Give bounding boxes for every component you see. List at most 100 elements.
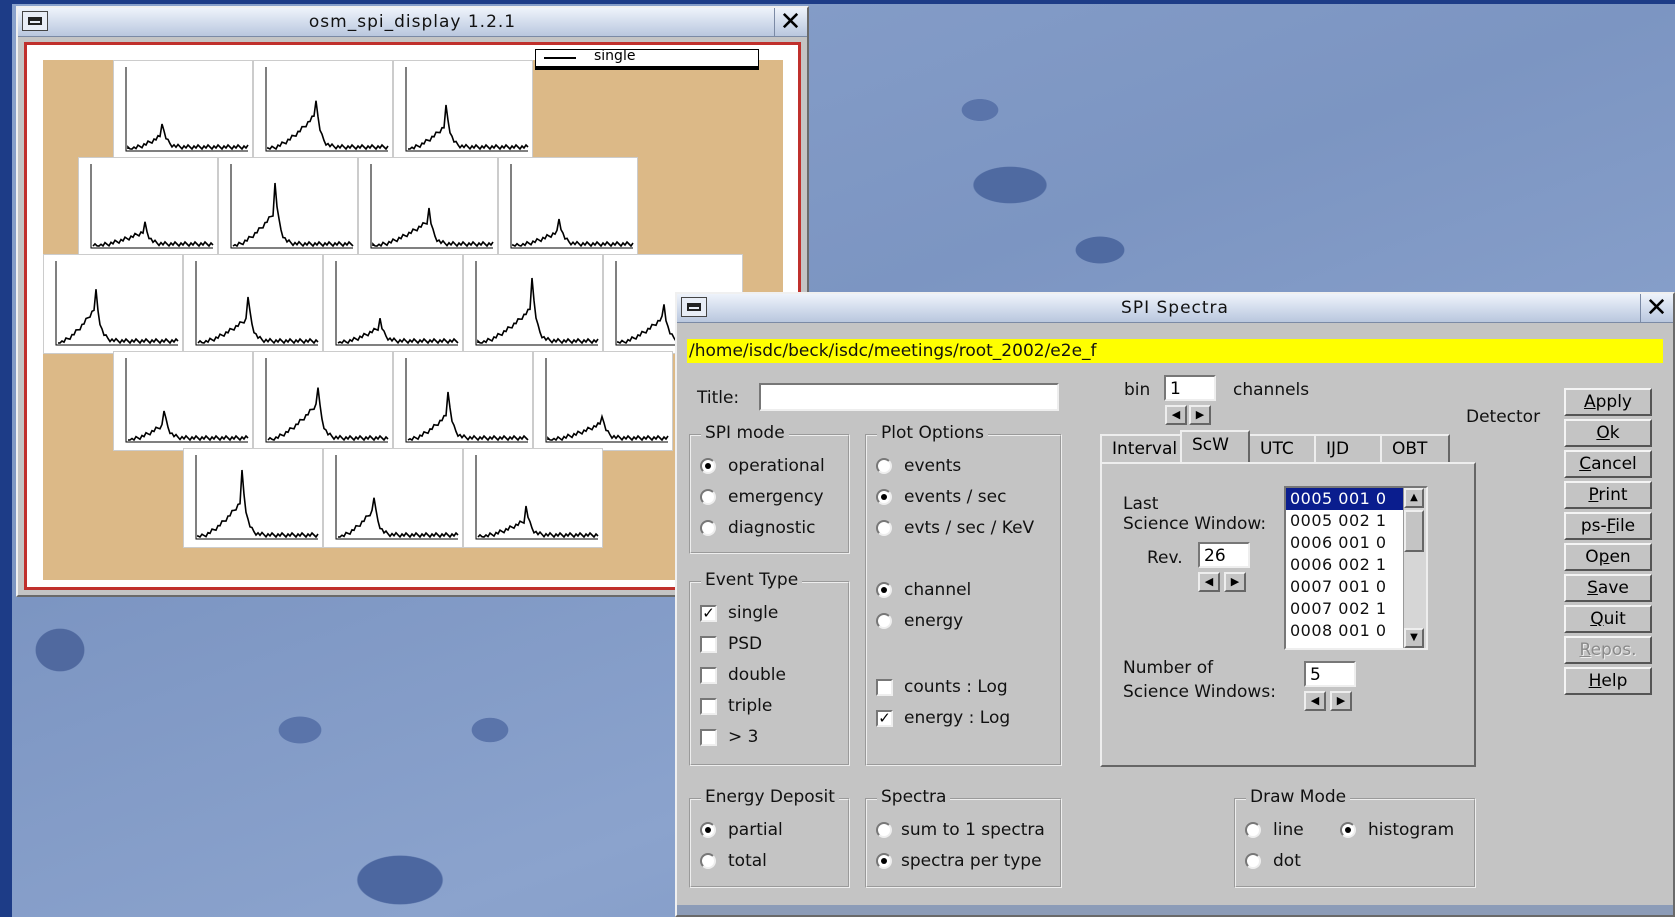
last-label: Last (1123, 494, 1159, 514)
save-button[interactable]: Save (1564, 574, 1652, 602)
file-path-bar[interactable]: /home/isdc/beck/isdc/meetings/root_2002/… (687, 339, 1663, 363)
radio-total[interactable] (700, 853, 716, 869)
spi-title-bar[interactable]: SPI Spectra ✕ (677, 294, 1673, 323)
checkbox-triple[interactable] (700, 698, 717, 715)
quit-button[interactable]: Quit (1564, 605, 1652, 633)
print-button[interactable]: Print (1564, 481, 1652, 509)
open-button[interactable]: Open (1564, 543, 1652, 571)
number-increment-button[interactable]: ▶ (1330, 691, 1352, 711)
spi-mode-group: SPI mode operational emergency diagnostic (689, 423, 850, 554)
scroll-down-icon[interactable]: ▼ (1404, 628, 1424, 648)
window-menu-icon[interactable] (22, 11, 48, 31)
option-label: partial (728, 820, 783, 840)
plot-options-title: Plot Options (877, 423, 989, 443)
energy-deposit-group: Energy Deposit partial total (689, 787, 850, 888)
mini-spectrum-plot (253, 60, 393, 160)
bin-input[interactable]: 1 (1164, 375, 1216, 401)
radio-energy[interactable] (876, 613, 892, 629)
option-label: double (728, 665, 786, 685)
radio-channel[interactable] (876, 582, 892, 598)
event-type-group: Event Type ✓ single PSD double triple > 3 (689, 570, 850, 766)
checkbox--3[interactable] (700, 729, 717, 746)
tab-scw[interactable]: ScW (1180, 430, 1250, 462)
option-label: events (904, 456, 962, 476)
ok-button[interactable]: Ok (1564, 419, 1652, 447)
mini-spectrum-plot (533, 351, 673, 451)
bin-decrement-button[interactable]: ◀ (1165, 405, 1187, 425)
mini-spectrum-plot (323, 448, 463, 548)
apply-button[interactable]: Apply (1564, 388, 1652, 416)
tab-ijd[interactable]: IJD (1314, 434, 1382, 462)
radio-operational[interactable] (700, 458, 716, 474)
scroll-thumb[interactable] (1404, 510, 1424, 552)
list-scrollbar[interactable]: ▲ ▼ (1403, 488, 1426, 648)
desktop-edge-top (0, 0, 1675, 4)
science-window-list[interactable]: 0005 001 0 0005 002 1 0006 001 0 0006 002 1… (1284, 486, 1428, 650)
number-decrement-button[interactable]: ◀ (1304, 691, 1326, 711)
tab-utc[interactable]: UTC (1248, 434, 1316, 462)
mini-spectrum-plot (218, 157, 358, 257)
number-of-label: Number of (1123, 658, 1214, 678)
rev-label: Rev. (1147, 548, 1183, 568)
radio-events[interactable] (876, 458, 892, 474)
checkbox-double[interactable] (700, 667, 717, 684)
option-label: single (728, 603, 779, 623)
science-windows-label: Science Windows: (1123, 682, 1276, 702)
tab-obt[interactable]: OBT (1380, 434, 1450, 462)
checkbox-psd[interactable] (700, 636, 717, 653)
tab-interval[interactable]: Interval (1100, 434, 1182, 462)
option-label: evts / sec / KeV (904, 518, 1035, 538)
scroll-up-icon[interactable]: ▲ (1404, 488, 1424, 508)
mini-spectrum-plot (463, 448, 603, 548)
rev-decrement-button[interactable]: ◀ (1198, 572, 1220, 592)
option-label: channel (904, 580, 972, 600)
close-icon[interactable]: ✕ (1643, 295, 1671, 321)
bin-increment-button[interactable]: ▶ (1189, 405, 1211, 425)
desktop-edge (0, 0, 12, 917)
spi-spectra-window[interactable]: SPI Spectra ✕ /home/isdc/beck/isdc/meeti… (675, 292, 1675, 917)
radio-dot[interactable] (1245, 853, 1261, 869)
option-label: spectra per type (901, 851, 1042, 871)
window-menu-icon[interactable] (681, 297, 707, 317)
checkbox-single[interactable]: ✓ (700, 605, 717, 622)
science-window-label: Science Window: (1123, 514, 1267, 534)
draw-mode-title: Draw Mode (1246, 787, 1351, 807)
ps-file-button[interactable]: ps-File (1564, 512, 1652, 540)
rev-increment-button[interactable]: ▶ (1224, 572, 1246, 592)
mini-spectrum-plot (78, 157, 218, 257)
radio-sum-to-1-spectra[interactable] (876, 822, 892, 838)
radio-emergency[interactable] (700, 489, 716, 505)
radio-spectra-per-type[interactable] (876, 853, 892, 869)
radio-diagnostic[interactable] (700, 520, 716, 536)
radio-histogram[interactable] (1340, 822, 1356, 838)
radio-evts-sec-kev[interactable] (876, 520, 892, 536)
osm-title-bar[interactable]: osm_spi_display 1.2.1 ✕ (18, 8, 807, 37)
repos--button: Repos. (1564, 636, 1652, 664)
option-label: energy : Log (904, 708, 1011, 728)
help-button[interactable]: Help (1564, 667, 1652, 695)
radio-events-sec[interactable] (876, 489, 892, 505)
checkbox-energy-log[interactable]: ✓ (876, 710, 893, 727)
energy-deposit-title: Energy Deposit (701, 787, 839, 807)
radio-partial[interactable] (700, 822, 716, 838)
time-selection-tabs: Interval ScW UTC IJD OBT Last Science Window… (1100, 430, 1476, 767)
spi-mode-title: SPI mode (701, 423, 789, 443)
channels-label: channels (1233, 380, 1310, 400)
cancel-button[interactable]: Cancel (1564, 450, 1652, 478)
number-of-windows-input[interactable]: 5 (1304, 661, 1356, 687)
option-label: histogram (1368, 820, 1455, 840)
option-label: sum to 1 spectra (901, 820, 1045, 840)
mini-spectrum-plot (113, 351, 253, 451)
radio-line[interactable] (1245, 822, 1261, 838)
close-icon[interactable]: ✕ (777, 9, 805, 35)
option-label: total (728, 851, 767, 871)
option-label: energy (904, 611, 964, 631)
detector-grid (43, 60, 783, 580)
title-input[interactable] (759, 383, 1059, 411)
mini-spectrum-plot (498, 157, 638, 257)
rev-input[interactable]: 26 (1198, 542, 1250, 568)
title-separator (774, 8, 775, 36)
legend-label: single (594, 48, 636, 64)
checkbox-counts-log[interactable] (876, 679, 893, 696)
option-label: emergency (728, 487, 824, 507)
